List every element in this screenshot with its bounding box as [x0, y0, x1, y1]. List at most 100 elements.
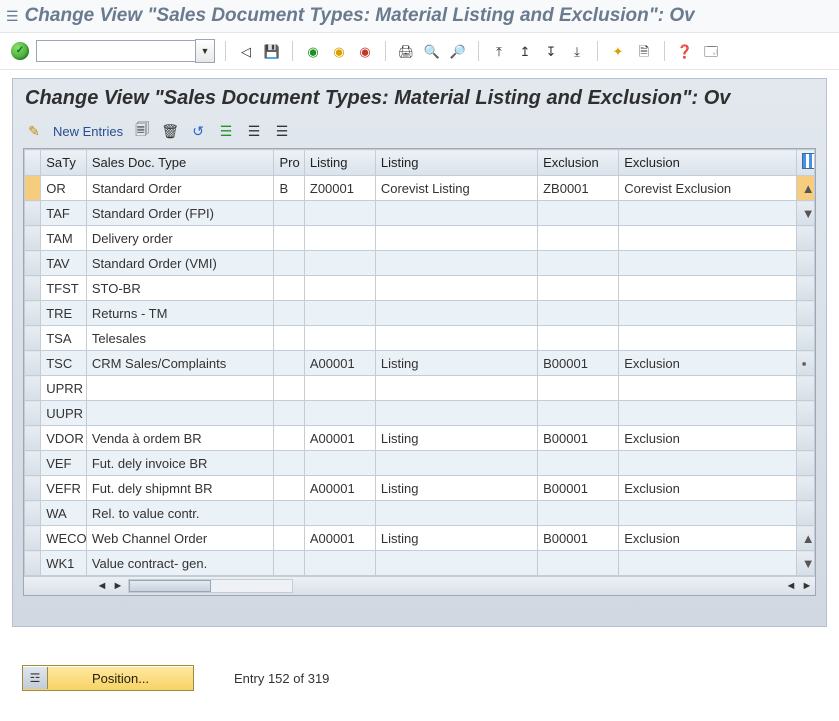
cell-exclusion-code[interactable]: ZB0001: [538, 176, 619, 201]
cell-pro[interactable]: [274, 476, 304, 501]
last-page-icon[interactable]: ⤓: [567, 41, 587, 61]
cell-exclusion-code[interactable]: [538, 226, 619, 251]
cell-listing-desc[interactable]: Corevist Listing: [375, 176, 537, 201]
cell-type[interactable]: Standard Order (VMI): [86, 251, 274, 276]
cell-exclusion-desc[interactable]: Exclusion: [619, 351, 796, 376]
row-selector[interactable]: [25, 326, 41, 351]
cell-listing-code[interactable]: [304, 226, 375, 251]
table-row[interactable]: VDORVenda à ordem BRA00001ListingB00001E…: [25, 426, 815, 451]
vertical-scrollbar-cell[interactable]: [796, 501, 814, 526]
cell-type[interactable]: Fut. dely invoice BR: [86, 451, 274, 476]
vertical-scrollbar-cell[interactable]: [796, 401, 814, 426]
cell-listing-desc[interactable]: [375, 276, 537, 301]
cell-exclusion-desc[interactable]: [619, 551, 796, 576]
row-selector[interactable]: [25, 551, 41, 576]
cell-saty[interactable]: WK1: [41, 551, 87, 576]
table-row[interactable]: TAVStandard Order (VMI): [25, 251, 815, 276]
table-row[interactable]: TSATelesales: [25, 326, 815, 351]
cell-listing-desc[interactable]: Listing: [375, 476, 537, 501]
table-row[interactable]: WK1Value contract- gen. ▼: [25, 551, 815, 576]
nav-exit-icon[interactable]: ◉: [329, 41, 349, 61]
cell-type[interactable]: Rel. to value contr.: [86, 501, 274, 526]
vertical-scrollbar-cell[interactable]: ▼: [796, 551, 814, 576]
select-block-icon[interactable]: ☰: [245, 122, 263, 140]
cell-listing-desc[interactable]: [375, 226, 537, 251]
col-header-exclusion-desc[interactable]: Exclusion: [619, 150, 796, 176]
deselect-all-icon[interactable]: ☰: [273, 122, 291, 140]
cell-exclusion-desc[interactable]: [619, 251, 796, 276]
cell-saty[interactable]: WECO: [41, 526, 87, 551]
cell-pro[interactable]: [274, 276, 304, 301]
cell-listing-code[interactable]: A00001: [304, 526, 375, 551]
cell-exclusion-code[interactable]: [538, 501, 619, 526]
cell-pro[interactable]: [274, 526, 304, 551]
cell-saty[interactable]: VEFR: [41, 476, 87, 501]
change-icon[interactable]: ✎: [25, 122, 43, 140]
cell-type[interactable]: Venda à ordem BR: [86, 426, 274, 451]
horizontal-scrollbar[interactable]: ◄ ► ◄ ►: [24, 576, 815, 595]
row-selector[interactable]: [25, 201, 41, 226]
row-selector[interactable]: [25, 376, 41, 401]
find-next-icon[interactable]: 🔎: [448, 41, 468, 61]
table-row[interactable]: TAMDelivery order: [25, 226, 815, 251]
scroll-right-end-icon[interactable]: ►: [799, 580, 815, 592]
find-icon[interactable]: 🔍: [422, 41, 442, 61]
cell-type[interactable]: Standard Order (FPI): [86, 201, 274, 226]
cell-saty[interactable]: TSC: [41, 351, 87, 376]
row-selector[interactable]: [25, 226, 41, 251]
vertical-scrollbar-cell[interactable]: [796, 326, 814, 351]
cell-saty[interactable]: UPRR: [41, 376, 87, 401]
table-row[interactable]: VEFFut. dely invoice BR: [25, 451, 815, 476]
vertical-scrollbar-cell[interactable]: [796, 226, 814, 251]
cell-exclusion-code[interactable]: [538, 326, 619, 351]
cell-pro[interactable]: [274, 501, 304, 526]
cell-pro[interactable]: [274, 251, 304, 276]
cell-exclusion-code[interactable]: [538, 201, 619, 226]
cell-pro[interactable]: [274, 551, 304, 576]
cell-exclusion-desc[interactable]: Exclusion: [619, 526, 796, 551]
cell-type[interactable]: Value contract- gen.: [86, 551, 274, 576]
col-header-pro[interactable]: Pro: [274, 150, 304, 176]
first-page-icon[interactable]: ⤒: [489, 41, 509, 61]
new-session-icon[interactable]: ✦: [608, 41, 628, 61]
table-row[interactable]: WARel. to value contr.: [25, 501, 815, 526]
row-selector[interactable]: [25, 401, 41, 426]
row-selector[interactable]: [25, 501, 41, 526]
window-menu-icon[interactable]: ☰: [6, 8, 19, 25]
row-selector[interactable]: [25, 476, 41, 501]
cell-exclusion-desc[interactable]: [619, 401, 796, 426]
row-selector[interactable]: [25, 176, 41, 201]
cell-pro[interactable]: [274, 376, 304, 401]
col-header-type[interactable]: Sales Doc. Type: [86, 150, 274, 176]
table-row[interactable]: TAFStandard Order (FPI)▼: [25, 201, 815, 226]
new-entries-button[interactable]: New Entries: [53, 124, 123, 139]
cell-saty[interactable]: WA: [41, 501, 87, 526]
cell-exclusion-desc[interactable]: [619, 376, 796, 401]
command-field[interactable]: ▼: [36, 39, 215, 63]
cell-listing-code[interactable]: [304, 451, 375, 476]
vertical-scrollbar-cell[interactable]: ▲: [796, 176, 814, 201]
cell-listing-code[interactable]: A00001: [304, 476, 375, 501]
vertical-scrollbar-cell[interactable]: ▼: [796, 201, 814, 226]
command-dropdown-icon[interactable]: ▼: [195, 39, 215, 63]
cell-listing-code[interactable]: [304, 326, 375, 351]
cell-type[interactable]: [86, 376, 274, 401]
cell-saty[interactable]: VEF: [41, 451, 87, 476]
cell-type[interactable]: Delivery order: [86, 226, 274, 251]
cell-listing-code[interactable]: A00001: [304, 351, 375, 376]
cell-type[interactable]: Telesales: [86, 326, 274, 351]
command-input[interactable]: [36, 40, 195, 62]
cell-pro[interactable]: [274, 326, 304, 351]
col-header-saty[interactable]: SaTy: [41, 150, 87, 176]
scroll-left-end-icon[interactable]: ◄: [783, 580, 799, 592]
cell-listing-code[interactable]: [304, 551, 375, 576]
cell-exclusion-code[interactable]: B00001: [538, 351, 619, 376]
vertical-scrollbar-cell[interactable]: [796, 451, 814, 476]
cell-saty[interactable]: TAV: [41, 251, 87, 276]
cell-listing-desc[interactable]: [375, 301, 537, 326]
cell-listing-desc[interactable]: [375, 201, 537, 226]
print-icon[interactable]: 🖨: [396, 41, 416, 61]
cell-listing-code[interactable]: [304, 251, 375, 276]
prev-page-icon[interactable]: ↥: [515, 41, 535, 61]
table-row[interactable]: VEFRFut. dely shipmnt BRA00001ListingB00…: [25, 476, 815, 501]
